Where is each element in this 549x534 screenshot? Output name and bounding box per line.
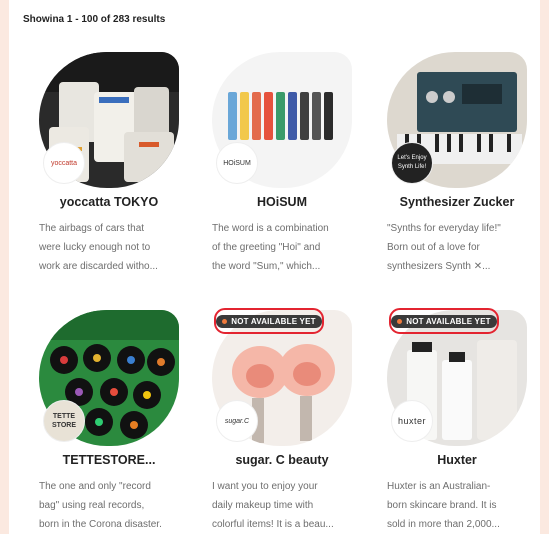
brand-logo-tettestore: TETTE STORE <box>43 400 85 442</box>
brand-title[interactable]: yoccatta TOKYO <box>29 195 189 209</box>
brand-logo-synthesizer: Let's Enjoy Synth Life! <box>391 142 433 184</box>
brand-title[interactable]: TETTESTORE... <box>29 453 189 467</box>
brand-description: The one and only "record bag" using real… <box>39 481 162 530</box>
brand-description: The airbags of cars that were lucky enou… <box>39 223 158 272</box>
brand-title[interactable]: Huxter <box>377 453 537 467</box>
brand-logo-huxter: huxter <box>391 400 433 442</box>
brand-description: "Synths for everyday life!" Born out of … <box>387 223 501 272</box>
not-available-badge: NOT AVAILABLE YET <box>389 308 499 334</box>
badge-label: NOT AVAILABLE YET <box>406 316 491 326</box>
brand-title[interactable]: sugar. C beauty <box>202 453 362 467</box>
brand-description: I want you to enjoy your daily makeup ti… <box>212 481 334 530</box>
status-dot-icon <box>222 318 228 324</box>
brand-title[interactable]: Synthesizer Zucker <box>377 195 537 209</box>
brand-description: The word is a combination of the greetin… <box>212 223 329 272</box>
brand-title[interactable]: HOiSUM <box>202 195 362 209</box>
brand-logo-hoisum: HOiSUM <box>216 142 258 184</box>
results-panel: Showina 1 - 100 of 283 results yoccatta … <box>9 0 540 534</box>
brand-logo-yoccatta: yoccatta <box>43 142 85 184</box>
brand-description: Huxter is an Australian- born skincare b… <box>387 481 500 530</box>
badge-label: NOT AVAILABLE YET <box>231 316 316 326</box>
brand-logo-sugar-c: sugar.C <box>216 400 258 442</box>
results-count: Showina 1 - 100 of 283 results <box>23 14 166 25</box>
status-dot-icon <box>397 318 403 324</box>
not-available-badge: NOT AVAILABLE YET <box>214 308 324 334</box>
